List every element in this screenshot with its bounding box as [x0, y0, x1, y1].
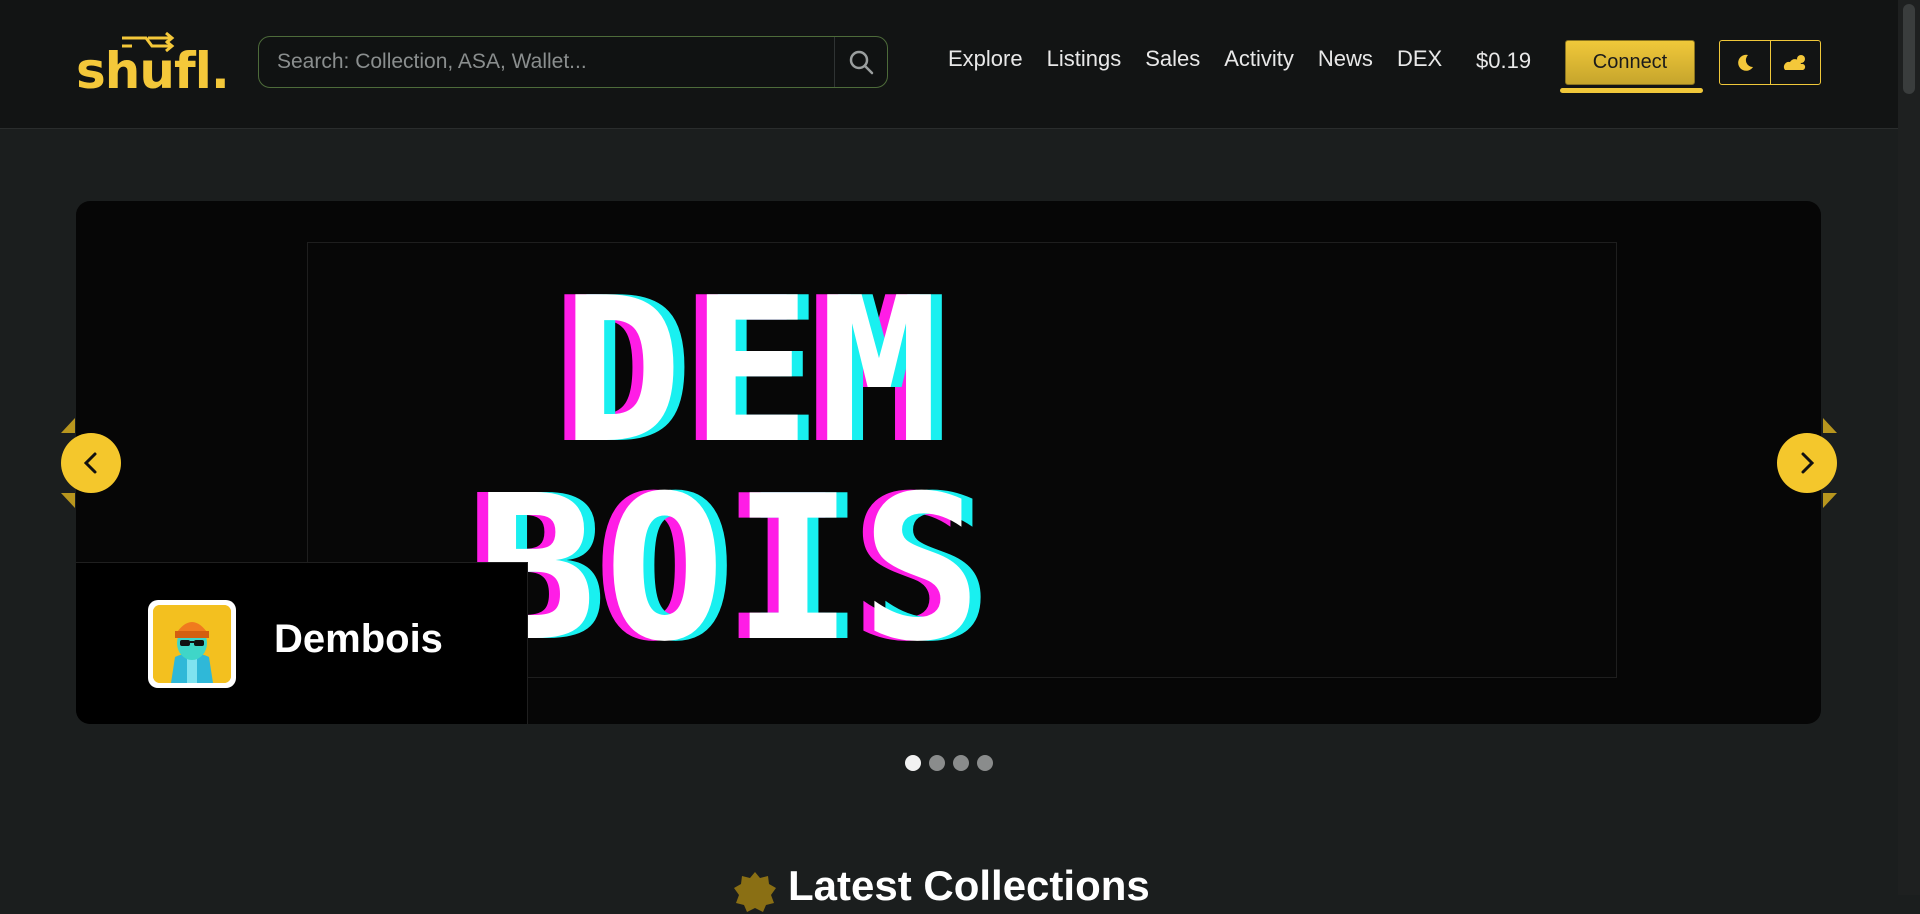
section-badge-icon [734, 872, 776, 912]
token-price: $0.19 [1476, 48, 1532, 73]
nav-listings[interactable]: Listings [1047, 46, 1122, 72]
carousel-dot-4[interactable] [977, 755, 993, 771]
collection-name: Dembois [274, 617, 443, 661]
page-scrollbar[interactable] [1898, 0, 1920, 895]
carousel-prev-button[interactable] [61, 433, 121, 493]
nav-news[interactable]: News [1318, 46, 1373, 72]
carousel-next-button[interactable] [1777, 433, 1837, 493]
search-button[interactable] [834, 37, 887, 87]
collection-caption[interactable]: Dembois [76, 562, 528, 724]
latest-collections-heading: Latest Collections [788, 862, 1150, 909]
nav-dex[interactable]: DEX [1397, 46, 1442, 72]
nav-activity[interactable]: Activity [1224, 46, 1294, 72]
dark-mode-button[interactable] [1720, 41, 1770, 84]
top-header: shufl. Explore Listings Sales Activity N… [0, 0, 1898, 129]
connect-underline [1560, 88, 1703, 93]
collection-avatar [148, 600, 236, 688]
main-nav: Explore Listings Sales Activity News DEX [948, 46, 1466, 72]
carousel-dot-2[interactable] [929, 755, 945, 771]
search-icon [849, 50, 874, 75]
logo-wordmark: shufl. [76, 42, 230, 100]
scrollbar-thumb[interactable] [1903, 4, 1915, 94]
nav-explore[interactable]: Explore [948, 46, 1023, 72]
dembois-avatar-icon [153, 605, 231, 683]
carousel-dot-1[interactable] [905, 755, 921, 771]
weather-icon [1784, 54, 1806, 70]
theme-toggle [1719, 40, 1821, 85]
carousel-dot-3[interactable] [953, 755, 969, 771]
search-input[interactable] [259, 37, 829, 87]
light-mode-button[interactable] [1769, 41, 1821, 84]
search-bar [258, 36, 888, 88]
moon-icon [1737, 54, 1753, 71]
carousel-pagination [905, 755, 993, 771]
featured-carousel: DEM DEM DEM BOIS BOIS BOIS Dembois [76, 201, 1821, 724]
banner-line-bois: BOIS [476, 453, 990, 679]
chevron-left-icon [83, 452, 97, 474]
nav-sales[interactable]: Sales [1145, 46, 1200, 72]
connect-wallet-button[interactable]: Connect [1565, 40, 1695, 85]
shufl-logo[interactable]: shufl. [76, 30, 230, 100]
chevron-right-icon [1801, 452, 1815, 474]
